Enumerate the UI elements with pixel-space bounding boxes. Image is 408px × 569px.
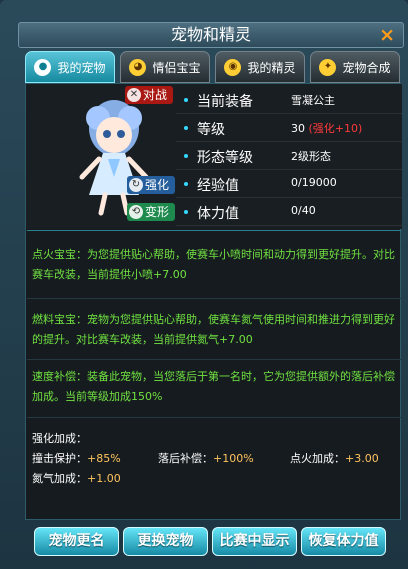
enhancement-item: 点火加成：+3.00: [290, 450, 379, 466]
enhancement-value: +100%: [213, 452, 254, 465]
enhancement-item: 氮气加成：+1.00: [32, 470, 121, 486]
stat-value: 0/19000: [291, 176, 337, 189]
stat-value: 30 (强化+10): [291, 120, 362, 136]
bullet-icon: [184, 98, 188, 102]
paw-icon: ●: [34, 58, 52, 76]
level-bonus: (强化+10): [308, 122, 363, 135]
stat-row: 形态等级 2级形态: [176, 143, 402, 170]
bullet-icon: [184, 182, 188, 186]
tab-pet-synthesis[interactable]: ✦ 宠物合成: [310, 51, 400, 83]
battle-label: 对战: [143, 88, 168, 102]
stat-label: 形态等级: [197, 150, 253, 166]
tab-couple-baby[interactable]: ◕ 情侣宝宝: [120, 51, 210, 83]
tab-my-sprite[interactable]: ◉ 我的精灵: [215, 51, 305, 83]
enhancement-label: 氮气加成：: [32, 472, 87, 485]
bullet-icon: [184, 126, 188, 130]
baby-icon: ◕: [129, 58, 147, 76]
synthesis-icon: ✦: [319, 58, 337, 76]
stat-row: 经验值 0/19000: [176, 171, 402, 198]
enhancement-label: 撞击保护：: [32, 452, 87, 465]
stat-label: 等级: [197, 122, 225, 138]
ignition-baby-description: 点火宝宝：为您提供贴心帮助，使赛车小喷时间和动力得到更好提升。对比赛车改装，当前…: [32, 248, 395, 281]
tab-my-pet[interactable]: ● 我的宠物: [25, 51, 115, 83]
pet-and-sprite-window: 宠物和精灵 × ● 我的宠物 ◕ 情侣宝宝 ◉ 我的精灵 ✦ 宠物合成 ✕ 对战…: [0, 0, 408, 569]
transform-icon: ⟲: [129, 205, 143, 219]
stat-value: 雪凝公主: [291, 94, 335, 107]
section-divider: [27, 417, 401, 418]
section-divider: [27, 230, 401, 231]
stat-row: 当前装备 雪凝公主: [176, 87, 402, 114]
tab-label: 情侣宝宝: [152, 60, 201, 75]
enhance-label: 强化: [145, 178, 170, 192]
stat-label: 经验值: [197, 178, 239, 194]
enhancement-value: +1.00: [87, 472, 121, 485]
battle-button[interactable]: ✕ 对战: [125, 86, 174, 104]
pet-figure-image: [79, 100, 149, 216]
bullet-icon: [184, 210, 188, 214]
section-divider: [27, 298, 401, 299]
bullet-icon: [184, 154, 188, 158]
tab-bar: ● 我的宠物 ◕ 情侣宝宝 ◉ 我的精灵 ✦ 宠物合成: [25, 51, 401, 83]
tab-label: 宠物合成: [342, 60, 391, 75]
my-pet-panel: ✕ 对战 ↻ 强化 ⟲ 变形 当前装备 雪凝公主 等级 30 (强化+10) 形…: [25, 83, 402, 520]
show-in-race-button[interactable]: 比赛中显示: [212, 527, 297, 556]
stat-label: 当前装备: [197, 94, 253, 110]
stat-value: 0/40: [291, 204, 316, 217]
window-titlebar: 宠物和精灵 ×: [18, 22, 404, 48]
battle-icon: ✕: [127, 88, 141, 102]
enhancement-label: 落后补偿：: [158, 452, 213, 465]
section-divider: [27, 359, 401, 360]
rename-pet-button[interactable]: 宠物更名: [34, 527, 119, 556]
change-pet-button[interactable]: 更换宠物: [123, 527, 208, 556]
stat-label: 体力值: [197, 206, 239, 222]
pet-profile: ✕ 对战 ↻ 强化 ⟲ 变形 当前装备 雪凝公主 等级 30 (强化+10) 形…: [26, 84, 402, 229]
transform-button[interactable]: ⟲ 变形: [127, 203, 176, 221]
stat-row: 体力值 0/40: [176, 199, 402, 226]
restore-stamina-button[interactable]: 恢复体力值: [301, 527, 386, 556]
level-value: 30: [291, 122, 305, 135]
enhancement-item: 落后补偿：+100%: [158, 450, 254, 466]
enhancement-label: 点火加成：: [290, 452, 345, 465]
enhancement-value: +85%: [87, 452, 121, 465]
stat-value: 2级形态: [291, 150, 331, 163]
fuel-baby-description: 燃料宝宝：宠物为您提供贴心帮助，使赛车氮气使用时间和推进力得到更好的提升。对比赛…: [32, 313, 395, 346]
window-title: 宠物和精灵: [170, 25, 251, 44]
close-icon[interactable]: ×: [379, 23, 395, 47]
enhancement-title: 强化加成：: [32, 432, 87, 445]
speed-compensation-description: 速度补偿：装备此宠物，当您落后于第一名时，它为您提供额外的落后补偿加成。当前等级…: [32, 370, 395, 403]
tab-label: 我的宠物: [57, 60, 106, 75]
transform-label: 变形: [145, 205, 170, 219]
tab-label: 我的精灵: [247, 60, 296, 75]
enhance-button[interactable]: ↻ 强化: [127, 176, 176, 194]
stat-row: 等级 30 (强化+10): [176, 115, 402, 142]
enhance-icon: ↻: [129, 178, 143, 192]
action-bar: 宠物更名 更换宠物 比赛中显示 恢复体力值: [25, 521, 401, 569]
enhancement-item: 撞击保护：+85%: [32, 450, 121, 466]
enhancement-value: +3.00: [345, 452, 379, 465]
sprite-icon: ◉: [224, 58, 242, 76]
